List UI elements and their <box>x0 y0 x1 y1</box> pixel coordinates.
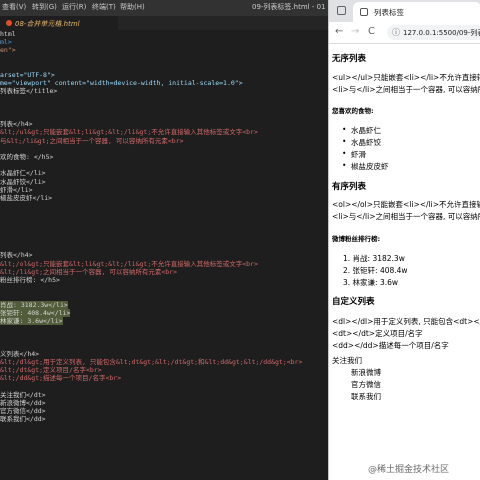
code-line[interactable]: &lt;/ul&gt;只能嵌套&lt;li&gt;&lt;/li&gt;不允许直… <box>0 128 258 136</box>
menu-bar: 查看(V) 转到(G) 运行(R) 终端(T) 帮助(H) 09-列表标签.ht… <box>0 0 328 16</box>
browser-tab-strip: 列表标签 <box>329 0 480 22</box>
code-line[interactable]: html <box>0 30 16 38</box>
site-info-icon[interactable]: ⓘ <box>392 27 400 38</box>
list-item: 虾滑 <box>342 149 366 160</box>
code-line[interactable]: ml> <box>0 38 12 46</box>
code-line[interactable]: 粉丝排行榜: </h5> <box>0 276 60 284</box>
list-item: 椒盐皮皮虾 <box>342 161 388 172</box>
ul-subheading: 您喜欢的食物: <box>332 107 374 115</box>
dl-description-1: <dl></dl>用于定义列表, 只能包含<dt></dt>和<dd></dd> <box>332 317 480 326</box>
code-line[interactable]: 关注我们</dt> <box>0 391 46 399</box>
forward-arrow-icon[interactable]: → <box>351 26 359 38</box>
menu-help[interactable]: 帮助(H) <box>120 2 145 12</box>
watermark: @稀土掘金技术社区 <box>368 465 450 475</box>
code-line[interactable]: 椒盐皮皮虾</li> <box>0 194 52 202</box>
editor-tab[interactable]: 08-合并单元格.html <box>0 16 118 30</box>
list-item: 水晶虾仁 <box>342 125 381 136</box>
menu-run[interactable]: 运行(R) <box>62 2 86 12</box>
window-title: 09-列表标签.html - 01 <box>252 3 326 11</box>
list-item: 水晶虾饺 <box>342 137 381 148</box>
ol-description-2: <li>与</li>之间相当于一个容器, 可以容纳所有元素 <box>332 212 480 221</box>
ol-subheading: 微博粉丝排行榜: <box>332 235 381 243</box>
code-line[interactable]: arset="UTF-8"> <box>0 71 55 79</box>
dl-description-2: <dt></dt>定义项目/名字 <box>332 329 423 338</box>
code-line[interactable]: 张钜轩: 408.4w</li> <box>0 308 71 317</box>
address-toolbar: ← → C ⓘ 127.0.0.1:5500/09-列表标签 <box>329 22 480 44</box>
code-line[interactable]: en"> <box>0 46 16 54</box>
code-editor[interactable]: 查看(V) 转到(G) 运行(R) 终端(T) 帮助(H) 09-列表标签.ht… <box>0 0 328 480</box>
code-line[interactable]: 列表标签</title> <box>0 87 57 95</box>
dl-term: 关注我们 <box>332 356 362 365</box>
menu-terminal[interactable]: 终端(T) <box>92 2 116 12</box>
page-favicon-icon <box>360 8 368 16</box>
editor-tab-label: 08-合并单元格.html <box>15 20 80 28</box>
code-line[interactable]: 新浪微博</dd> <box>0 399 46 407</box>
menu-view[interactable]: 查看(V) <box>2 2 26 12</box>
ul-description-1: <ul></ul>只能嵌套<li></li>不允许直接输入其他标签或文字 <box>332 73 480 82</box>
code-line[interactable]: 列表</h4> <box>0 251 33 259</box>
code-line[interactable]: 水晶虾饺</li> <box>0 178 46 186</box>
dl-definition: 联系我们 <box>351 392 381 401</box>
code-line[interactable]: 义列表</h4> <box>0 350 39 358</box>
browser-tab[interactable]: 列表标签 <box>353 2 480 22</box>
code-line[interactable]: 欢的食物: </h5> <box>0 153 53 161</box>
browser-tab-title: 列表标签 <box>374 8 404 17</box>
url-text[interactable]: 127.0.0.1:5500/09-列表标签 <box>403 28 480 38</box>
ul-heading: 无序列表 <box>332 54 367 64</box>
code-line[interactable]: &lt;/ol&gt;只能嵌套&lt;li&gt;&lt;/li&gt;不允许直… <box>0 260 258 268</box>
code-line[interactable]: 联系我们</dd> <box>0 415 46 423</box>
browser-window: 列表标签 ← → C ⓘ 127.0.0.1:5500/09-列表标签 无序列表… <box>328 0 480 480</box>
ul-description-2: <li>与</li>之间相当于一个容器, 可以容纳所有元素 <box>332 85 480 94</box>
dl-definition: 新浪微博 <box>351 368 381 377</box>
code-line[interactable]: 水晶虾仁</li> <box>0 169 46 177</box>
dl-description-3: <dd></dd>描述每一个项目/名字 <box>332 341 449 350</box>
reload-icon[interactable]: C <box>368 26 375 38</box>
code-line[interactable]: 虾滑</li> <box>0 186 33 194</box>
ol-description-1: <ol></ol>只能嵌套<li></li>不允许直接输入其他标签或文字 <box>332 200 480 209</box>
list-item: 1. 肖战: 3182.3w <box>343 254 405 263</box>
code-line[interactable]: &lt;/dl&gt;用于定义列表, 只能包含&lt;dt&gt;&lt;/dt… <box>0 358 302 366</box>
back-arrow-icon[interactable]: ← <box>335 26 343 38</box>
code-line[interactable]: &lt;/li&gt;之间相当于一个容器, 可以容纳所有元素<br> <box>0 268 177 276</box>
ol-heading: 有序列表 <box>332 182 367 192</box>
code-line[interactable]: 与&lt;/li&gt;之间相当于一个容器, 可以容纳所有元素<br> <box>0 137 184 145</box>
html-file-icon <box>6 20 12 26</box>
list-item: 3. 林家谦: 3.6w <box>343 278 399 287</box>
dl-heading: 自定义列表 <box>332 297 375 307</box>
menu-go[interactable]: 转到(G) <box>32 2 57 12</box>
dl-definition: 官方微信 <box>351 380 381 389</box>
rendered-page: 无序列表 <ul></ul>只能嵌套<li></li>不允许直接输入其他标签或文… <box>329 44 480 480</box>
address-bar[interactable]: ⓘ 127.0.0.1:5500/09-列表标签 <box>387 25 480 40</box>
tab-actions-icon[interactable] <box>337 6 346 15</box>
code-line[interactable]: 林家谦: 3.6w</li> <box>0 317 63 326</box>
list-item: 2. 张钜轩: 408.4w <box>343 266 408 275</box>
code-line[interactable]: &lt;/dd&gt;描述每一个项目/名字<br> <box>0 374 121 382</box>
code-line[interactable]: 肖战: 3182.3w</li> <box>0 300 68 309</box>
